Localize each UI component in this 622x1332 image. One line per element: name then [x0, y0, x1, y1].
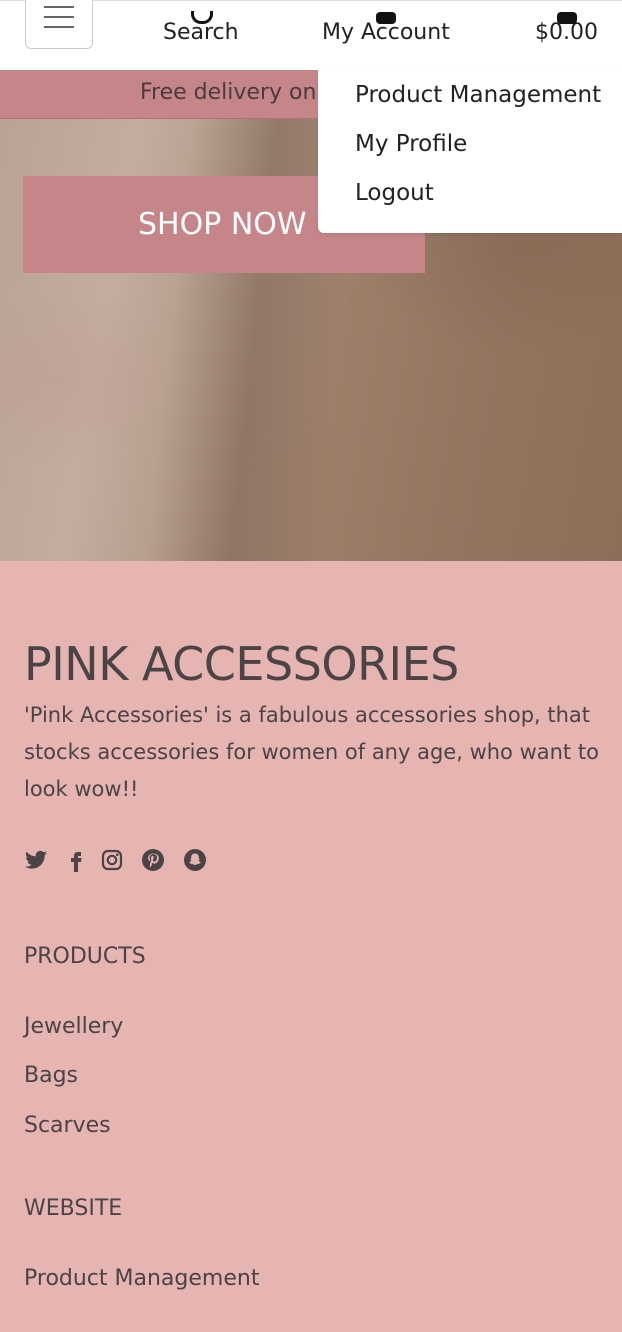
my-account-link[interactable]: My Account [322, 12, 450, 45]
top-navbar: Search My Account $0.00 [0, 0, 622, 70]
facebook-icon[interactable] [64, 848, 88, 872]
footer-description: 'Pink Accessories' is a fabulous accesso… [24, 703, 599, 801]
user-icon [376, 12, 396, 24]
cart-link[interactable]: $0.00 [535, 12, 598, 45]
products-heading: PRODUCTS [24, 944, 146, 969]
menu-item-product-management[interactable]: Product Management [355, 82, 601, 108]
site-footer: PINK ACCESSORIES 'Pink Accessories' is a… [0, 561, 622, 1332]
menu-item-logout[interactable]: Logout [355, 180, 434, 206]
menu-item-my-profile[interactable]: My Profile [355, 131, 467, 157]
snapchat-icon[interactable] [183, 848, 207, 872]
twitter-icon[interactable] [24, 848, 48, 872]
pinterest-icon[interactable] [141, 848, 165, 872]
delivery-banner-text: Free delivery on [140, 80, 317, 105]
account-dropdown-menu: Product Management My Profile Logout [318, 70, 622, 233]
footer-link-scarves[interactable]: Scarves [24, 1113, 111, 1138]
bag-icon [557, 12, 577, 24]
hamburger-icon-line [44, 16, 74, 18]
search-link[interactable]: Search [163, 11, 239, 45]
footer-brand-title: PINK ACCESSORIES [24, 637, 459, 691]
hamburger-icon [44, 6, 74, 8]
footer-link-bags[interactable]: Bags [24, 1063, 78, 1088]
website-heading: WEBSITE [24, 1196, 123, 1221]
footer-link-jewellery[interactable]: Jewellery [24, 1014, 123, 1039]
footer-link-product-management[interactable]: Product Management [24, 1266, 259, 1291]
hamburger-icon-line [44, 26, 74, 28]
instagram-icon[interactable] [100, 848, 124, 872]
menu-toggle-button[interactable] [25, 0, 93, 49]
